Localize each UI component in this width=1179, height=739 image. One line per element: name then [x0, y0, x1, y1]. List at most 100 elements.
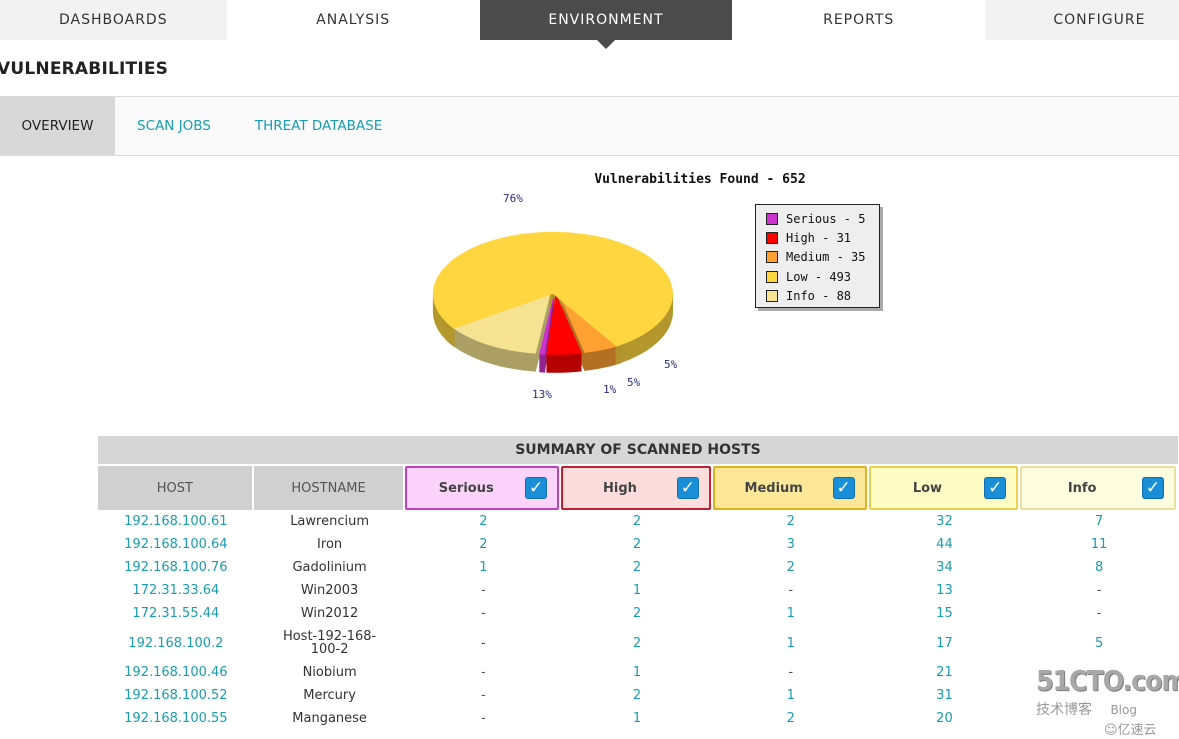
legend-swatch	[766, 231, 778, 244]
count-low[interactable]: 21	[869, 665, 1021, 680]
table-row: 172.31.33.64 Win2003 - 1 - 13 -	[98, 579, 1178, 602]
tab-overview[interactable]: OVERVIEW	[0, 97, 115, 155]
table-row: 192.168.100.76 Gadolinium 1 2 2 34 8	[98, 556, 1178, 579]
count-info[interactable]: 11	[1020, 537, 1178, 552]
scanned-hosts-table: SUMMARY OF SCANNED HOSTS HOST HOSTNAME Ser…	[98, 436, 1178, 730]
host-link[interactable]: 172.31.55.44	[98, 606, 254, 621]
pct-label-medium: 5%	[664, 358, 678, 371]
host-link[interactable]: 192.168.100.61	[98, 514, 254, 529]
nav-reports[interactable]: REPORTS	[732, 0, 985, 40]
hostname-cell: Mercury	[303, 688, 356, 703]
host-link[interactable]: 192.168.100.2	[98, 636, 254, 651]
legend-swatch	[766, 212, 778, 225]
legend-swatch	[766, 289, 778, 302]
host-link[interactable]: 192.168.100.52	[98, 688, 254, 703]
count-low[interactable]: 32	[869, 514, 1021, 529]
host-link[interactable]: 192.168.100.46	[98, 665, 254, 680]
count-medium[interactable]: 1	[713, 606, 869, 621]
count-high[interactable]: 2	[561, 636, 713, 651]
nav-environment[interactable]: ENVIRONMENT	[479, 0, 733, 49]
legend-medium: Medium - 35	[766, 248, 869, 267]
count-serious: -	[480, 688, 486, 703]
column-header-host: HOST	[98, 466, 252, 510]
vulnerabilities-pie-chart: Vulnerabilities Found - 652 76% 13% 1% 5…	[400, 160, 900, 410]
count-serious[interactable]: 2	[405, 514, 561, 529]
count-serious: -	[480, 606, 486, 621]
count-medium[interactable]: 1	[713, 636, 869, 651]
legend-serious: Serious - 5	[766, 209, 869, 228]
hostname-cell: Niobium	[302, 665, 357, 680]
count-high[interactable]: 1	[561, 583, 713, 598]
host-link[interactable]: 192.168.100.64	[98, 537, 254, 552]
count-high[interactable]: 1	[561, 711, 713, 726]
tab-scan-jobs[interactable]: SCAN JOBS	[115, 97, 233, 155]
table-row: 192.168.100.46 Niobium - 1 - 21	[98, 661, 1178, 684]
table-row: 192.168.100.52 Mercury - 2 1 31	[98, 684, 1178, 707]
count-serious[interactable]: 1	[405, 560, 561, 575]
table-row: 192.168.100.61 Lawrencium 2 2 2 32 7	[98, 510, 1178, 533]
count-high[interactable]: 2	[561, 688, 713, 703]
nav-analysis[interactable]: ANALYSIS	[227, 0, 480, 40]
filter-checkbox-high[interactable]: ✓	[676, 477, 699, 499]
count-medium[interactable]: 2	[713, 560, 869, 575]
count-low[interactable]: 31	[869, 688, 1021, 703]
filter-checkbox-info[interactable]: ✓	[1142, 477, 1165, 499]
legend-high: High - 31	[766, 228, 869, 247]
count-medium[interactable]: 2	[713, 514, 869, 529]
count-medium: -	[788, 583, 794, 598]
column-label: Medium	[744, 480, 803, 496]
pct-label-low: 76%	[503, 192, 523, 205]
count-medium[interactable]: 3	[713, 537, 869, 552]
count-info: -	[1096, 583, 1102, 598]
host-link[interactable]: 192.168.100.76	[98, 560, 254, 575]
count-high[interactable]: 2	[561, 606, 713, 621]
count-serious[interactable]: 2	[405, 537, 561, 552]
count-high[interactable]: 2	[561, 560, 713, 575]
table-row: 192.168.100.64 Iron 2 2 3 44 11	[98, 533, 1178, 556]
pct-label-high: 5%	[627, 376, 641, 389]
count-info[interactable]: 5	[1020, 636, 1178, 651]
hostname-cell: Manganese	[292, 711, 367, 726]
table-row: 192.168.100.2 Host-192-168-100-2 - 2 1 17 5	[98, 625, 1178, 661]
count-info[interactable]: 7	[1020, 514, 1178, 529]
pct-label-serious: 1%	[603, 383, 617, 396]
nav-dashboards[interactable]: DASHBOARDS	[0, 0, 227, 40]
host-link[interactable]: 172.31.33.64	[98, 583, 254, 598]
count-info: -	[1096, 606, 1102, 621]
column-header-info: Info ✓	[1020, 466, 1177, 510]
sub-navigation: OVERVIEW SCAN JOBS THREAT DATABASE	[0, 96, 1179, 156]
count-low[interactable]: 13	[869, 583, 1021, 598]
hostname-cell: Lawrencium	[290, 514, 369, 529]
column-header-high: High ✓	[561, 466, 711, 510]
count-low[interactable]: 20	[869, 711, 1021, 726]
filter-checkbox-low[interactable]: ✓	[984, 477, 1007, 499]
count-low[interactable]: 44	[869, 537, 1021, 552]
count-serious: -	[480, 583, 486, 598]
column-header-medium: Medium ✓	[712, 466, 867, 510]
count-low[interactable]: 15	[869, 606, 1021, 621]
count-high[interactable]: 2	[561, 537, 713, 552]
count-info[interactable]: 8	[1020, 560, 1178, 575]
filter-checkbox-serious[interactable]: ✓	[525, 477, 548, 499]
count-medium[interactable]: 2	[713, 711, 869, 726]
column-label: Low	[912, 480, 943, 496]
page-title: VULNERABILITIES	[0, 59, 169, 79]
legend-low: Low - 493	[766, 267, 869, 286]
legend-swatch	[766, 251, 778, 264]
legend-label: Medium - 35	[786, 250, 866, 265]
pct-label-info: 13%	[532, 388, 552, 401]
table-row: 172.31.55.44 Win2012 - 2 1 15 -	[98, 602, 1178, 625]
count-low[interactable]: 34	[869, 560, 1021, 575]
count-medium[interactable]: 1	[713, 688, 869, 703]
host-link[interactable]: 192.168.100.55	[98, 711, 254, 726]
count-low[interactable]: 17	[869, 636, 1021, 651]
nav-configure[interactable]: CONFIGURE	[985, 0, 1179, 40]
top-navigation: DASHBOARDS ANALYSIS ENVIRONMENT REPORTS …	[0, 0, 1179, 49]
column-header-serious: Serious ✓	[405, 466, 560, 510]
count-serious: -	[480, 635, 486, 651]
filter-checkbox-medium[interactable]: ✓	[832, 477, 855, 499]
hostname-cell: Gadolinium	[292, 560, 367, 575]
count-high[interactable]: 1	[561, 665, 713, 680]
tab-threat-database[interactable]: THREAT DATABASE	[233, 97, 404, 155]
count-high[interactable]: 2	[561, 514, 713, 529]
